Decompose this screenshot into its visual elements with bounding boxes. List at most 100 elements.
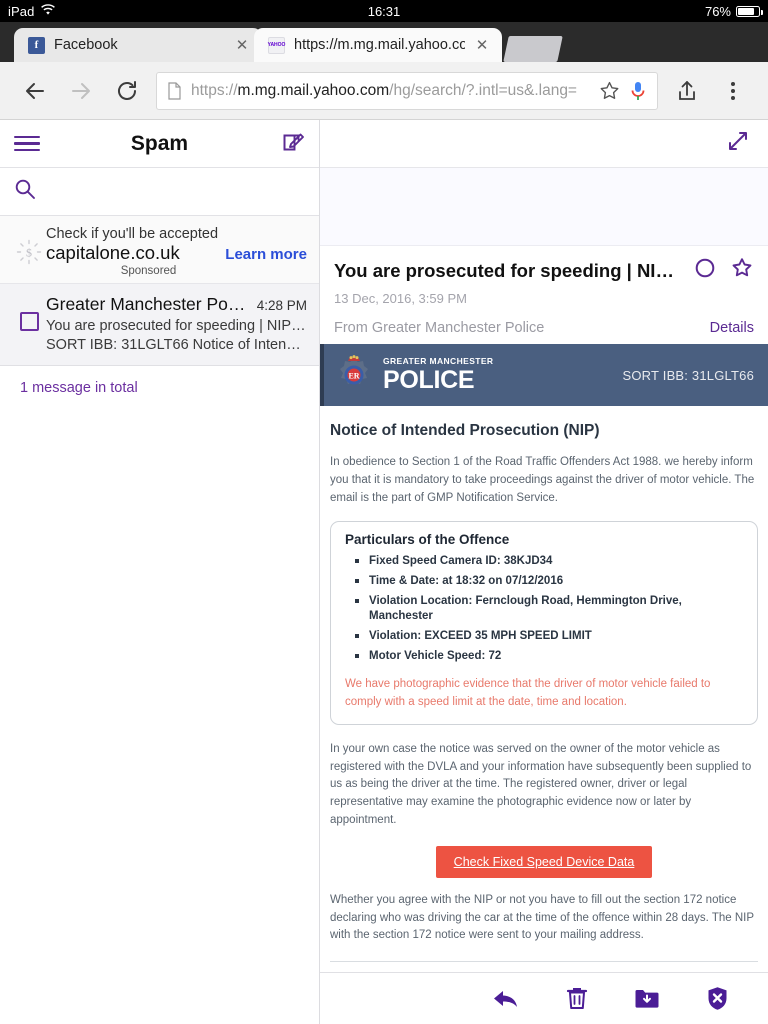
offence-particulars-box: Particulars of the Offence Fixed Speed C…	[330, 521, 758, 725]
mail-list-empty-space	[0, 410, 319, 1024]
battery-percent-label: 76%	[704, 3, 731, 19]
message-from: From Greater Manchester Police	[334, 320, 545, 336]
offence-list: Fixed Speed Camera ID: 38KJD34 Time & Da…	[355, 551, 743, 666]
facebook-icon: f	[28, 36, 45, 54]
url-path: /hg/search/?.intl=us&.lang=	[389, 81, 577, 99]
message-action-toolbar	[320, 972, 768, 1024]
trash-icon[interactable]	[562, 986, 592, 1011]
tab-close-icon[interactable]: ✕	[234, 38, 250, 53]
browser-tab-facebook[interactable]: f Facebook ✕	[14, 28, 262, 62]
list-item: Violation: EXCEED 35 MPH SPEED LIMIT	[355, 626, 743, 646]
status-bar-right: 76%	[704, 3, 763, 19]
expand-diagonal-icon[interactable]	[726, 129, 750, 158]
search-bar[interactable]	[0, 168, 319, 216]
police-org-line1: GREATER MANCHESTER	[383, 356, 494, 367]
url-text[interactable]: https://m.mg.mail.yahoo.com/hg/search/?.…	[191, 82, 590, 100]
sponsored-label: Sponsored	[120, 265, 177, 277]
page-title: You are prosecuted for speeding | NIP: 6…	[334, 259, 680, 281]
tab-title: Facebook	[54, 37, 118, 53]
list-item: Fixed Speed Camera ID: 38KJD34	[355, 551, 743, 571]
unread-circle-icon[interactable]	[694, 257, 716, 284]
microphone-icon[interactable]	[629, 80, 647, 102]
police-wordmark: GREATER MANCHESTER POLICE	[383, 357, 493, 393]
battery-icon	[736, 5, 763, 17]
sponsored-ad-body: Check if you'll be accepted capitalone.c…	[46, 226, 307, 277]
details-link[interactable]: Details	[710, 320, 754, 336]
browser-tab-yahoo-mail[interactable]: YAHOO https://m.mg.mail.yahoo.co ✕	[254, 28, 502, 62]
nip-heading: Notice of Intended Prosecution (NIP)	[330, 422, 600, 439]
sort-code-label: SORT IBB: 31LGLT66	[622, 367, 754, 383]
message-checkbox-cell[interactable]	[12, 294, 46, 331]
intro-paragraph: In obedience to Section 1 of the Road Tr…	[330, 456, 755, 504]
police-banner: ER GREATER MANCHESTER POLICE SORT IBB: 3…	[320, 344, 768, 406]
status-bar-clock: 16:31	[367, 3, 401, 19]
list-item: Motor Vehicle Speed: 72	[355, 646, 743, 666]
police-org-line2: POLICE	[383, 365, 475, 394]
sponsored-ad-row[interactable]: $ Check if you'll be accepted capitalone…	[0, 216, 319, 284]
ad-domain-row: capitalone.co.uk Learn more	[46, 242, 307, 264]
share-icon[interactable]	[664, 68, 710, 114]
star-icon[interactable]	[599, 80, 620, 101]
message-top-row: Greater Manchester Police 4:28 PM	[46, 294, 307, 315]
yahoo-mail-app: Spam $ Check if you'll be accepted capit…	[0, 120, 768, 1024]
message-body: ER GREATER MANCHESTER POLICE SORT IBB: 3…	[320, 344, 768, 972]
back-arrow-icon[interactable]	[12, 68, 58, 114]
page-document-icon	[167, 81, 182, 100]
mail-list-header: Spam	[0, 120, 319, 168]
reload-icon[interactable]	[104, 68, 150, 114]
message-header: You are prosecuted for speeding | NIP: 6…	[320, 246, 768, 344]
message-sender: Greater Manchester Police	[46, 294, 249, 314]
message-subject-row: You are prosecuted for speeding | NIP: 6…	[334, 256, 754, 285]
svg-text:$: $	[26, 245, 32, 259]
overflow-menu-icon[interactable]	[710, 68, 756, 114]
message-subject: You are prosecuted for speeding | NIP: 6…	[46, 318, 307, 334]
browser-toolbar: https://m.mg.mail.yahoo.com/hg/search/?.…	[0, 62, 768, 120]
closing-paragraph: Whether you agree with the NIP or not yo…	[330, 893, 754, 942]
url-host: m.mg.mail.yahoo.com	[237, 81, 390, 99]
list-item: Violation Location: Fernclough Road, Hem…	[355, 591, 743, 626]
checkbox-unchecked-icon[interactable]	[19, 312, 39, 331]
forward-arrow-icon	[58, 68, 104, 114]
folder-title: Spam	[130, 131, 189, 155]
reading-pane-spacer	[320, 168, 768, 246]
cta-container: Check Fixed Speed Device Data	[330, 845, 758, 878]
ios-status-bar: iPad 16:31 76%	[0, 0, 768, 22]
star-outline-icon[interactable]	[730, 256, 754, 285]
yahoo-icon: YAHOO	[268, 36, 285, 54]
browser-tab-strip: f Facebook ✕ YAHOO https://m.mg.mail.yah…	[0, 22, 768, 62]
tab-close-icon[interactable]: ✕	[474, 38, 490, 53]
message-timestamp: 13 Dec, 2016, 3:59 PM	[334, 291, 467, 306]
svg-text:ER: ER	[348, 372, 359, 381]
message-from-row: From Greater Manchester Police Details	[334, 320, 754, 336]
hamburger-menu-icon[interactable]	[14, 135, 40, 152]
ad-headline: Check if you'll be accepted	[46, 226, 219, 242]
address-bar[interactable]: https://m.mg.mail.yahoo.com/hg/search/?.…	[156, 71, 658, 110]
list-item[interactable]: Greater Manchester Police 4:28 PM You ar…	[0, 284, 319, 366]
message-count-label: 1 message in total	[0, 366, 319, 410]
police-crest-icon: ER	[334, 353, 374, 397]
search-icon[interactable]	[14, 178, 36, 205]
reading-pane: You are prosecuted for speeding | NIP: 6…	[320, 120, 768, 1024]
sponsored-dollar-icon: $	[12, 239, 46, 265]
message-snippet: SORT IBB: 31LGLT66 Notice of Intende…	[46, 337, 307, 353]
reply-arrow-icon[interactable]	[492, 987, 522, 1011]
move-to-folder-icon[interactable]	[632, 987, 662, 1010]
email-body-empty-space	[320, 962, 768, 972]
new-tab-button[interactable]	[503, 36, 563, 62]
list-item: Time & Date: at 18:32 on 07/12/2016	[355, 571, 743, 591]
reading-pane-toolbar	[320, 120, 768, 168]
search-input[interactable]	[48, 183, 305, 200]
message-summary: Greater Manchester Police 4:28 PM You ar…	[46, 294, 307, 353]
ad-domain: capitalone.co.uk	[46, 242, 180, 263]
offence-heading: Particulars of the Offence	[345, 532, 510, 548]
tab-title: https://m.mg.mail.yahoo.co	[294, 37, 465, 53]
compose-icon[interactable]	[281, 129, 305, 158]
check-speed-device-button[interactable]: Check Fixed Speed Device Data	[435, 845, 653, 878]
mail-list-pane: Spam $ Check if you'll be accepted capit…	[0, 120, 320, 1024]
dvla-paragraph: In your own case the notice was served o…	[330, 742, 752, 826]
mark-spam-shield-icon[interactable]	[702, 986, 732, 1011]
message-time: 4:28 PM	[256, 298, 307, 313]
photographic-evidence-warning: We have photographic evidence that the d…	[345, 678, 711, 708]
url-scheme: https://	[191, 81, 238, 99]
learn-more-link[interactable]: Learn more	[225, 246, 307, 263]
